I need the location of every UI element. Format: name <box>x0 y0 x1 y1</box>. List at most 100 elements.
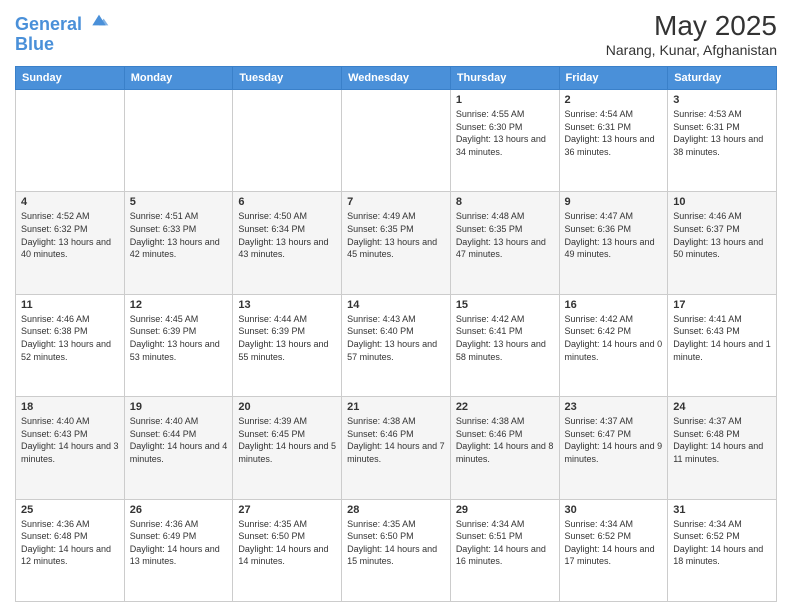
day-cell: 2 Sunrise: 4:54 AM Sunset: 6:31 PM Dayli… <box>559 90 668 192</box>
day-number: 1 <box>456 94 554 106</box>
day-number: 26 <box>130 504 228 516</box>
day-number: 20 <box>238 401 336 413</box>
day-number: 31 <box>673 504 771 516</box>
day-cell: 10 Sunrise: 4:46 AM Sunset: 6:37 PM Dayl… <box>668 192 777 294</box>
day-number: 15 <box>456 299 554 311</box>
day-info: Sunrise: 4:48 AM Sunset: 6:35 PM Dayligh… <box>456 210 554 260</box>
day-number: 29 <box>456 504 554 516</box>
day-cell <box>233 90 342 192</box>
day-info: Sunrise: 4:36 AM Sunset: 6:48 PM Dayligh… <box>21 518 119 568</box>
day-cell <box>124 90 233 192</box>
day-number: 7 <box>347 196 445 208</box>
day-info: Sunrise: 4:34 AM Sunset: 6:52 PM Dayligh… <box>673 518 771 568</box>
day-info: Sunrise: 4:36 AM Sunset: 6:49 PM Dayligh… <box>130 518 228 568</box>
week-row-1: 1 Sunrise: 4:55 AM Sunset: 6:30 PM Dayli… <box>16 90 777 192</box>
page: General Blue May 2025 Narang, Kunar, Afg… <box>0 0 792 612</box>
day-cell: 4 Sunrise: 4:52 AM Sunset: 6:32 PM Dayli… <box>16 192 125 294</box>
day-info: Sunrise: 4:55 AM Sunset: 6:30 PM Dayligh… <box>456 108 554 158</box>
day-cell: 19 Sunrise: 4:40 AM Sunset: 6:44 PM Dayl… <box>124 397 233 499</box>
day-number: 19 <box>130 401 228 413</box>
day-info: Sunrise: 4:51 AM Sunset: 6:33 PM Dayligh… <box>130 210 228 260</box>
day-cell: 7 Sunrise: 4:49 AM Sunset: 6:35 PM Dayli… <box>342 192 451 294</box>
week-row-5: 25 Sunrise: 4:36 AM Sunset: 6:48 PM Dayl… <box>16 499 777 601</box>
header-wednesday: Wednesday <box>342 67 451 90</box>
day-cell: 31 Sunrise: 4:34 AM Sunset: 6:52 PM Dayl… <box>668 499 777 601</box>
day-cell: 3 Sunrise: 4:53 AM Sunset: 6:31 PM Dayli… <box>668 90 777 192</box>
day-number: 9 <box>565 196 663 208</box>
day-number: 3 <box>673 94 771 106</box>
day-info: Sunrise: 4:52 AM Sunset: 6:32 PM Dayligh… <box>21 210 119 260</box>
day-cell: 24 Sunrise: 4:37 AM Sunset: 6:48 PM Dayl… <box>668 397 777 499</box>
day-info: Sunrise: 4:41 AM Sunset: 6:43 PM Dayligh… <box>673 313 771 363</box>
day-info: Sunrise: 4:42 AM Sunset: 6:41 PM Dayligh… <box>456 313 554 363</box>
day-info: Sunrise: 4:46 AM Sunset: 6:37 PM Dayligh… <box>673 210 771 260</box>
day-cell: 14 Sunrise: 4:43 AM Sunset: 6:40 PM Dayl… <box>342 294 451 396</box>
day-cell: 22 Sunrise: 4:38 AM Sunset: 6:46 PM Dayl… <box>450 397 559 499</box>
day-number: 23 <box>565 401 663 413</box>
day-info: Sunrise: 4:34 AM Sunset: 6:51 PM Dayligh… <box>456 518 554 568</box>
day-number: 24 <box>673 401 771 413</box>
day-cell: 8 Sunrise: 4:48 AM Sunset: 6:35 PM Dayli… <box>450 192 559 294</box>
day-number: 25 <box>21 504 119 516</box>
day-info: Sunrise: 4:43 AM Sunset: 6:40 PM Dayligh… <box>347 313 445 363</box>
day-cell: 9 Sunrise: 4:47 AM Sunset: 6:36 PM Dayli… <box>559 192 668 294</box>
day-info: Sunrise: 4:50 AM Sunset: 6:34 PM Dayligh… <box>238 210 336 260</box>
logo: General Blue <box>15 10 109 55</box>
day-number: 13 <box>238 299 336 311</box>
calendar-subtitle: Narang, Kunar, Afghanistan <box>606 42 777 58</box>
day-info: Sunrise: 4:37 AM Sunset: 6:47 PM Dayligh… <box>565 415 663 465</box>
day-cell: 25 Sunrise: 4:36 AM Sunset: 6:48 PM Dayl… <box>16 499 125 601</box>
day-cell: 17 Sunrise: 4:41 AM Sunset: 6:43 PM Dayl… <box>668 294 777 396</box>
day-cell: 23 Sunrise: 4:37 AM Sunset: 6:47 PM Dayl… <box>559 397 668 499</box>
day-cell: 11 Sunrise: 4:46 AM Sunset: 6:38 PM Dayl… <box>16 294 125 396</box>
day-number: 16 <box>565 299 663 311</box>
day-number: 4 <box>21 196 119 208</box>
day-info: Sunrise: 4:39 AM Sunset: 6:45 PM Dayligh… <box>238 415 336 465</box>
day-cell: 12 Sunrise: 4:45 AM Sunset: 6:39 PM Dayl… <box>124 294 233 396</box>
day-info: Sunrise: 4:54 AM Sunset: 6:31 PM Dayligh… <box>565 108 663 158</box>
day-number: 10 <box>673 196 771 208</box>
day-cell: 15 Sunrise: 4:42 AM Sunset: 6:41 PM Dayl… <box>450 294 559 396</box>
day-info: Sunrise: 4:47 AM Sunset: 6:36 PM Dayligh… <box>565 210 663 260</box>
day-info: Sunrise: 4:53 AM Sunset: 6:31 PM Dayligh… <box>673 108 771 158</box>
day-number: 2 <box>565 94 663 106</box>
day-cell <box>342 90 451 192</box>
week-row-2: 4 Sunrise: 4:52 AM Sunset: 6:32 PM Dayli… <box>16 192 777 294</box>
day-number: 11 <box>21 299 119 311</box>
day-number: 5 <box>130 196 228 208</box>
day-number: 17 <box>673 299 771 311</box>
header-thursday: Thursday <box>450 67 559 90</box>
week-row-4: 18 Sunrise: 4:40 AM Sunset: 6:43 PM Dayl… <box>16 397 777 499</box>
day-number: 18 <box>21 401 119 413</box>
day-cell: 27 Sunrise: 4:35 AM Sunset: 6:50 PM Dayl… <box>233 499 342 601</box>
day-cell: 21 Sunrise: 4:38 AM Sunset: 6:46 PM Dayl… <box>342 397 451 499</box>
logo-line2: Blue <box>15 35 109 55</box>
day-number: 27 <box>238 504 336 516</box>
header-monday: Monday <box>124 67 233 90</box>
day-info: Sunrise: 4:45 AM Sunset: 6:39 PM Dayligh… <box>130 313 228 363</box>
day-number: 8 <box>456 196 554 208</box>
day-cell: 29 Sunrise: 4:34 AM Sunset: 6:51 PM Dayl… <box>450 499 559 601</box>
day-cell: 28 Sunrise: 4:35 AM Sunset: 6:50 PM Dayl… <box>342 499 451 601</box>
day-info: Sunrise: 4:40 AM Sunset: 6:43 PM Dayligh… <box>21 415 119 465</box>
day-number: 28 <box>347 504 445 516</box>
day-cell <box>16 90 125 192</box>
calendar-title: May 2025 <box>606 10 777 42</box>
calendar-table: Sunday Monday Tuesday Wednesday Thursday… <box>15 66 777 602</box>
calendar-header-row: Sunday Monday Tuesday Wednesday Thursday… <box>16 67 777 90</box>
day-info: Sunrise: 4:49 AM Sunset: 6:35 PM Dayligh… <box>347 210 445 260</box>
day-cell: 26 Sunrise: 4:36 AM Sunset: 6:49 PM Dayl… <box>124 499 233 601</box>
header-saturday: Saturday <box>668 67 777 90</box>
header: General Blue May 2025 Narang, Kunar, Afg… <box>15 10 777 58</box>
logo-text: General <box>15 10 109 35</box>
day-cell: 6 Sunrise: 4:50 AM Sunset: 6:34 PM Dayli… <box>233 192 342 294</box>
day-number: 22 <box>456 401 554 413</box>
day-number: 14 <box>347 299 445 311</box>
day-number: 21 <box>347 401 445 413</box>
day-info: Sunrise: 4:37 AM Sunset: 6:48 PM Dayligh… <box>673 415 771 465</box>
day-cell: 18 Sunrise: 4:40 AM Sunset: 6:43 PM Dayl… <box>16 397 125 499</box>
day-info: Sunrise: 4:42 AM Sunset: 6:42 PM Dayligh… <box>565 313 663 363</box>
logo-icon <box>89 10 109 30</box>
header-tuesday: Tuesday <box>233 67 342 90</box>
day-info: Sunrise: 4:34 AM Sunset: 6:52 PM Dayligh… <box>565 518 663 568</box>
